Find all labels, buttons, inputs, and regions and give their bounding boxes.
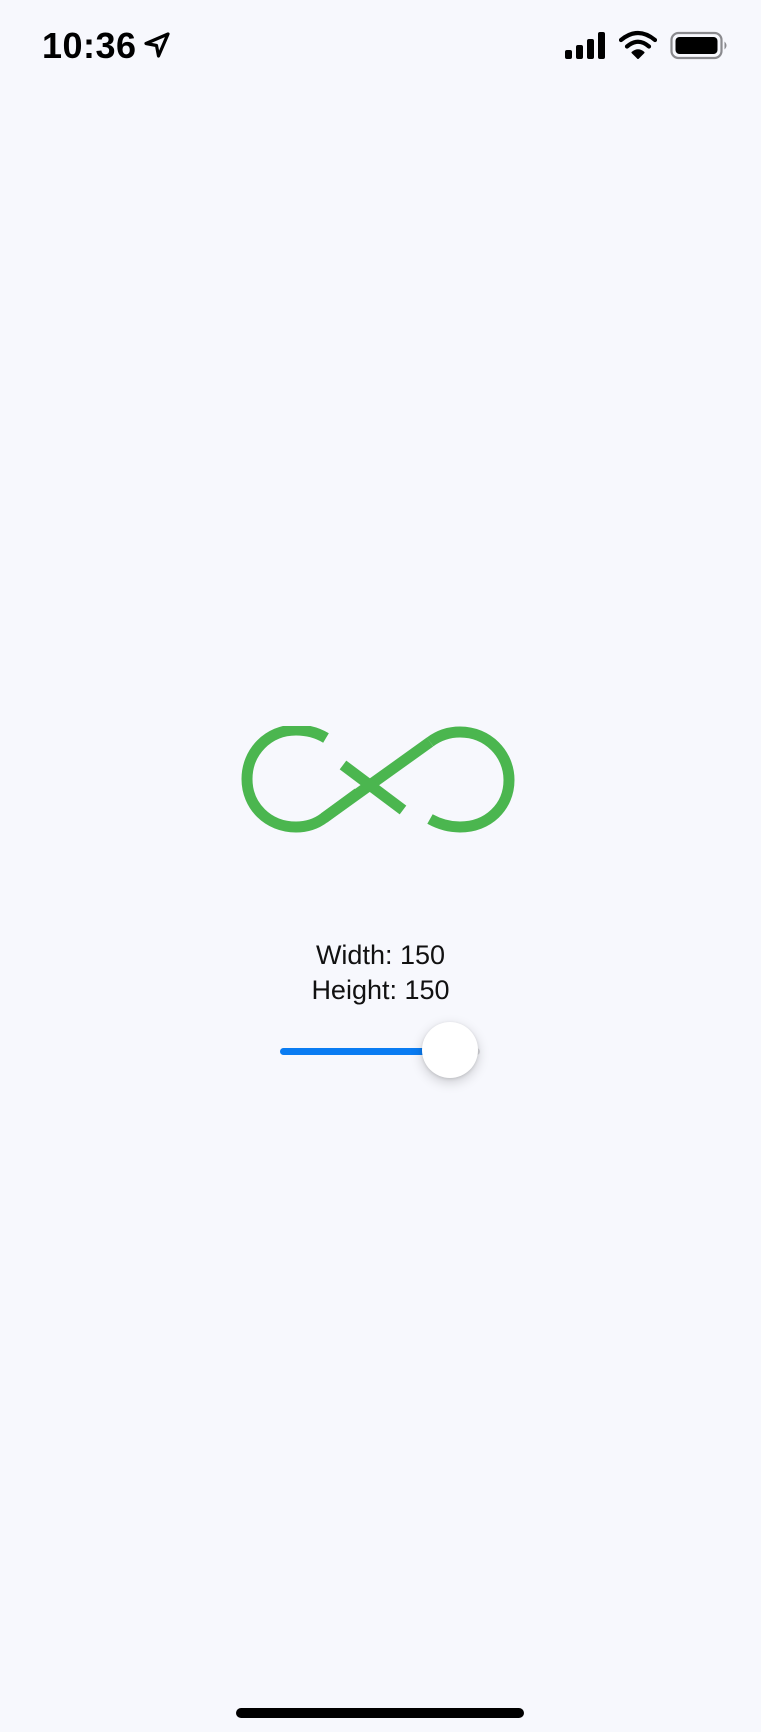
wifi-icon <box>619 30 657 59</box>
battery-icon <box>670 31 727 60</box>
status-time: 10:36 <box>42 25 137 66</box>
dimension-labels: Width: 150 Height: 150 <box>0 938 761 1008</box>
size-slider[interactable] <box>280 1020 480 1084</box>
home-indicator[interactable] <box>236 1708 524 1718</box>
height-label: Height: 150 <box>311 975 450 1005</box>
status-bar: 10:36 <box>0 0 761 92</box>
slider-thumb[interactable] <box>422 1022 478 1078</box>
app-screen: 10:36 Width: 150 Height: 150 <box>0 0 761 1732</box>
width-label: Width: 150 <box>315 940 446 970</box>
cellular-signal-icon <box>565 32 605 59</box>
location-arrow-icon <box>144 32 170 58</box>
infinity-logo <box>241 726 515 833</box>
